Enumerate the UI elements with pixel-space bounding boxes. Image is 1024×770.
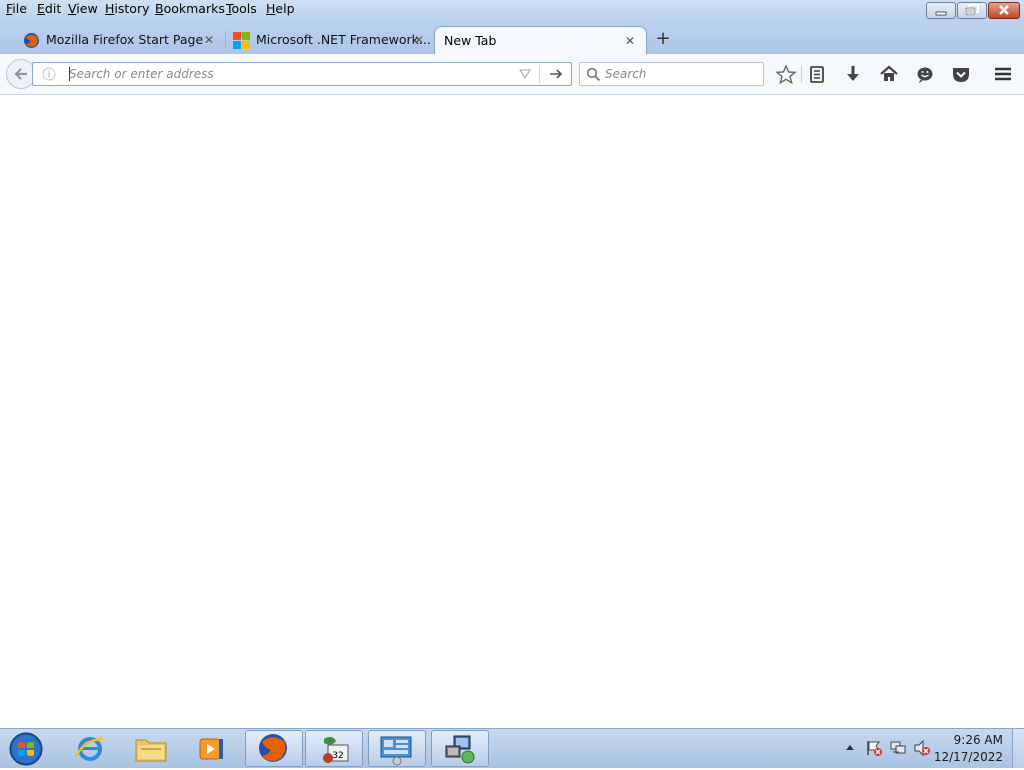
network-setup-icon	[445, 735, 475, 764]
menu-history-accel: H	[105, 1, 115, 16]
volume-muted-icon[interactable]	[913, 739, 931, 757]
restore-button[interactable]	[957, 2, 987, 19]
taskbar-control-panel[interactable]	[368, 730, 426, 767]
taskbar-firefox[interactable]	[245, 730, 303, 767]
tab-divider	[225, 31, 226, 49]
menu-history[interactable]: History	[105, 1, 149, 16]
close-icon	[999, 5, 1009, 15]
restore-icon	[965, 4, 979, 16]
tab-new-tab[interactable]: New Tab ✕	[434, 26, 647, 54]
dropdown-arrow-icon[interactable]	[519, 69, 531, 79]
control-panel-icon	[380, 736, 412, 766]
tab-title: Mozilla Firefox Start Page	[46, 32, 204, 47]
hamburger-menu-icon[interactable]	[992, 64, 1014, 84]
menu-tools-label: ools	[231, 1, 257, 16]
new-tab-button[interactable]: +	[652, 28, 674, 50]
internet-explorer-icon	[74, 737, 104, 761]
firefox-icon	[24, 33, 39, 48]
back-arrow-icon	[14, 68, 27, 80]
search-placeholder: Search	[605, 67, 647, 81]
show-desktop-button[interactable]	[1012, 729, 1024, 768]
url-placeholder: Search or enter address	[69, 67, 214, 81]
tab-strip: Mozilla Firefox Start Page ✕ Microsoft .…	[0, 19, 1024, 54]
taskbar-internet-explorer[interactable]	[61, 730, 119, 767]
bookmark-star-icon[interactable]	[775, 64, 797, 84]
pocket-icon[interactable]	[950, 64, 972, 84]
tab-close-icon[interactable]: ✕	[414, 26, 424, 54]
menu-bar: File Edit View History Bookmarks Tools H…	[0, 0, 1024, 19]
menu-file-label: ile	[12, 1, 27, 16]
tab-title: Microsoft .NET Framework...	[256, 32, 431, 47]
menu-bookmarks-accel: B	[155, 1, 164, 16]
menu-bookmarks[interactable]: Bookmarks	[155, 1, 225, 16]
menu-edit-label: dit	[44, 1, 62, 16]
firefox-icon	[259, 734, 287, 762]
menu-bookmarks-label: ookmarks	[163, 1, 225, 16]
toolbar-divider	[801, 65, 802, 83]
start-button[interactable]	[6, 730, 46, 767]
microsoft-logo-icon	[233, 32, 250, 49]
plus-icon: +	[655, 28, 671, 49]
menu-help[interactable]: Help	[266, 1, 295, 16]
start-orb-icon	[9, 732, 43, 766]
home-icon[interactable]	[878, 64, 900, 84]
minimize-icon	[935, 11, 947, 16]
tab-title: New Tab	[444, 33, 497, 48]
menu-history-label: istory	[114, 1, 150, 16]
media-player-icon	[199, 738, 223, 760]
menu-help-label: elp	[275, 1, 295, 16]
taskbar-installer[interactable]: 32	[305, 730, 363, 767]
menu-edit-accel: E	[37, 1, 45, 16]
taskbar: 32 9:26 AM 12/17/2022	[0, 728, 1024, 768]
minimize-button[interactable]	[926, 2, 956, 19]
close-window-button[interactable]	[988, 2, 1020, 19]
action-center-flag-icon[interactable]	[865, 739, 883, 757]
search-bar[interactable]: Search	[579, 62, 764, 86]
go-arrow-icon[interactable]	[548, 67, 564, 81]
menu-edit[interactable]: Edit	[37, 1, 61, 16]
tab-close-icon[interactable]: ✕	[625, 27, 635, 55]
show-hidden-icons-icon[interactable]	[845, 743, 855, 751]
svg-text:32: 32	[332, 751, 343, 761]
page-content-area[interactable]	[0, 95, 1024, 728]
bookmarks-menu-icon[interactable]	[806, 64, 828, 84]
installer-32-icon: 32	[323, 736, 349, 763]
tab-microsoft-net-framework[interactable]: Microsoft .NET Framework... ✕	[228, 26, 434, 54]
taskbar-media-player[interactable]	[181, 730, 239, 767]
menu-view[interactable]: View	[68, 1, 98, 16]
menu-file[interactable]: File	[6, 1, 27, 16]
network-status-icon[interactable]	[889, 739, 907, 757]
url-divider	[539, 65, 540, 83]
menu-help-accel: H	[266, 1, 276, 16]
tab-firefox-start-page[interactable]: Mozilla Firefox Start Page ✕	[18, 26, 224, 54]
search-icon	[586, 67, 601, 82]
hello-chat-icon[interactable]	[914, 64, 936, 84]
menu-view-label: iew	[76, 1, 98, 16]
taskbar-file-explorer[interactable]	[122, 730, 180, 767]
url-bar[interactable]: Search or enter address	[32, 62, 572, 86]
file-explorer-icon	[135, 739, 167, 762]
clock-date[interactable]: 12/17/2022	[934, 750, 1003, 764]
download-icon[interactable]	[842, 64, 864, 84]
info-icon	[42, 67, 56, 81]
taskbar-network-setup[interactable]	[431, 730, 489, 767]
menu-tools[interactable]: Tools	[226, 1, 257, 16]
tab-close-icon[interactable]: ✕	[204, 26, 214, 54]
navigation-toolbar: Search or enter address Search	[0, 54, 1024, 95]
clock-time[interactable]: 9:26 AM	[954, 733, 1003, 747]
